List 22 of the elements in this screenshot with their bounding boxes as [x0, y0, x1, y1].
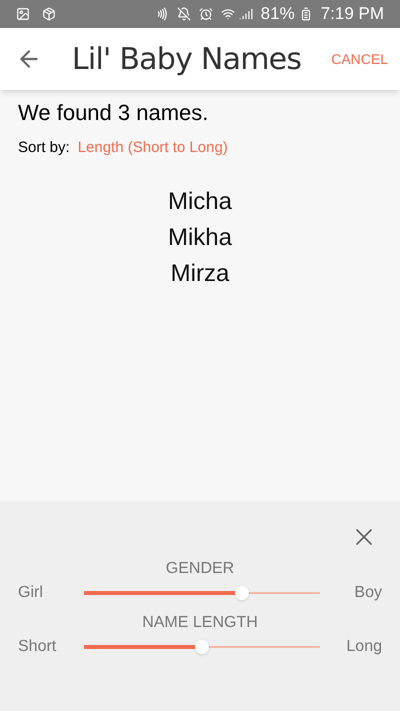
wifi-icon: [220, 7, 235, 21]
slider-title: GENDER: [166, 559, 234, 579]
name-result[interactable]: Micha: [168, 184, 232, 220]
signal-icon: [238, 7, 253, 21]
mute-icon: [176, 7, 191, 21]
slider-max-label: Boy: [353, 583, 382, 603]
slider-title: NAME LENGTH: [142, 613, 258, 633]
slider-max-label: Long: [345, 637, 382, 657]
slider-thumb[interactable]: [195, 640, 209, 654]
slider-min-label: Girl: [18, 583, 44, 603]
slider-thumb[interactable]: [235, 586, 250, 600]
box-icon: [42, 7, 56, 21]
name-result[interactable]: Mirza: [170, 256, 230, 292]
name-result[interactable]: Mikha: [168, 220, 232, 256]
clock: 7:19 PM: [320, 3, 384, 26]
alarm-icon: [198, 7, 213, 21]
results-summary: We found 3 names.: [18, 99, 210, 127]
app-title: Lil' Baby Names: [70, 40, 302, 78]
sort-label: Sort by:: [18, 138, 70, 158]
gallery-icon: [16, 7, 30, 21]
battery-level: 81%: [260, 3, 295, 26]
slider-min-label: Short: [18, 637, 58, 657]
